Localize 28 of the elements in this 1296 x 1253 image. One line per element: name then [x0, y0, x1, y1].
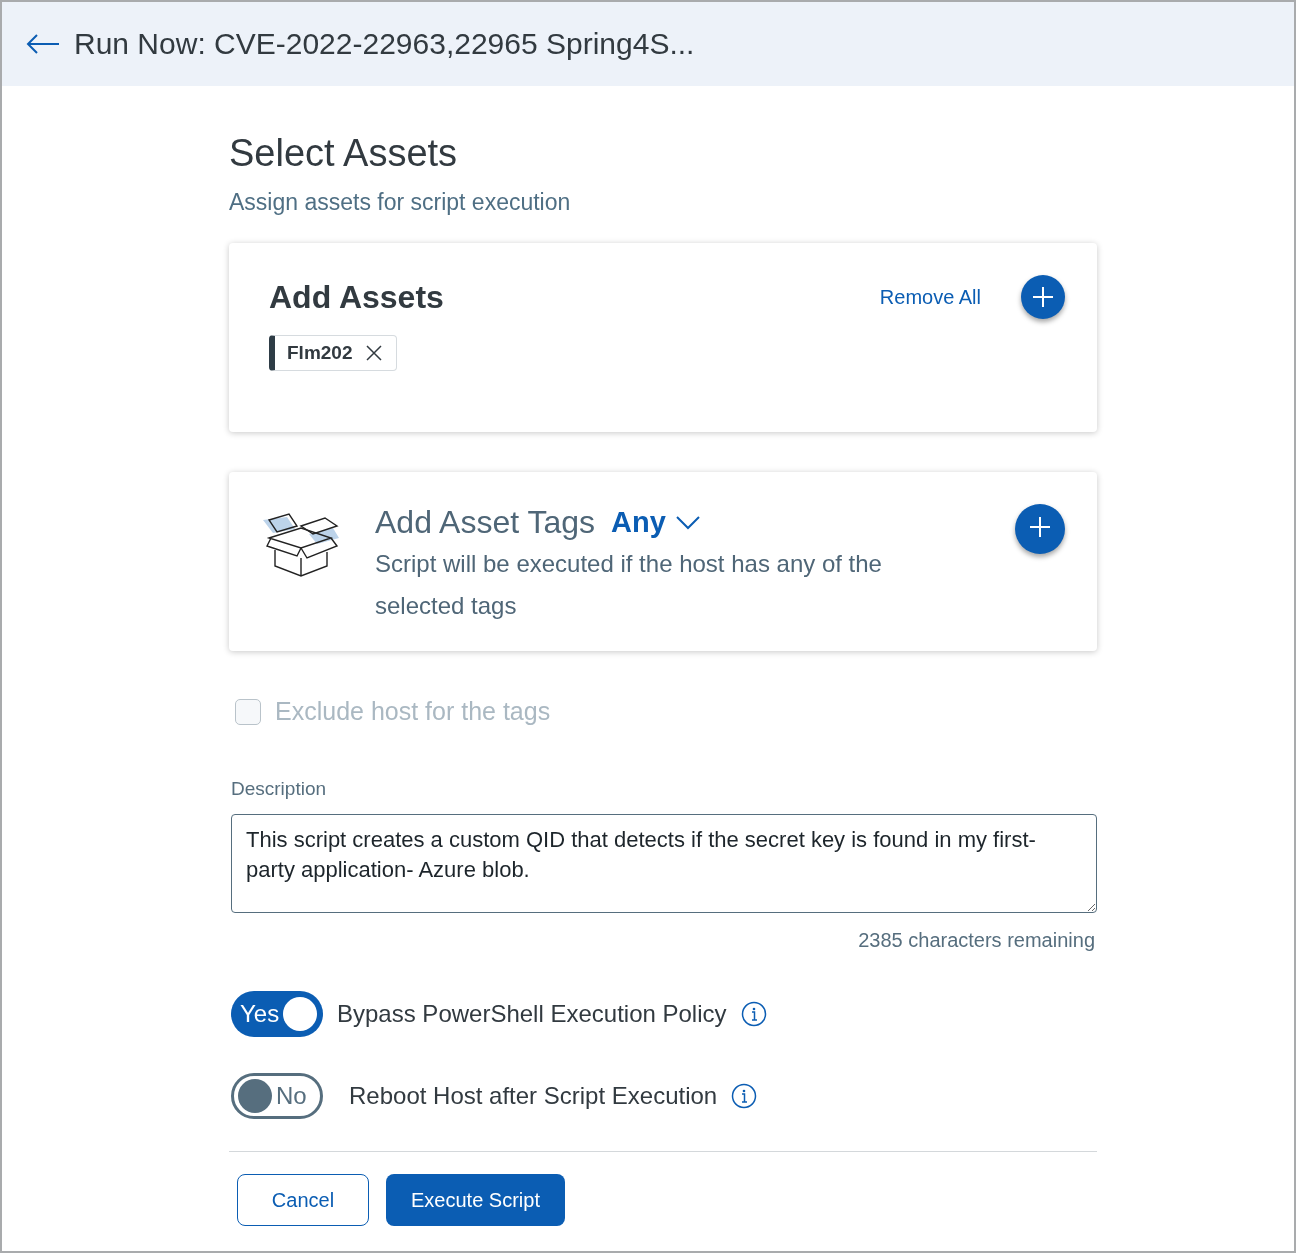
card-title: Add Asset Tags: [375, 504, 595, 541]
field-label: Description: [231, 778, 328, 800]
description-field[interactable]: This script creates a custom QID that detects if the secret key is found in my first-party application- Azure blob.: [231, 814, 1097, 913]
checkbox-label: Exclude host for the tags: [275, 697, 551, 726]
info-icon[interactable]: [740, 1001, 767, 1027]
add-button[interactable]: [1015, 504, 1065, 554]
execute-button[interactable]: Execute Script: [386, 1174, 565, 1226]
asset-chip: Flm202: [269, 335, 398, 371]
tags-description: Script will be executed if the host has any of the selected tags: [375, 549, 883, 621]
toggle-switch[interactable]: No: [231, 1073, 323, 1119]
toggle-label: Bypass PowerShell Execution Policy: [337, 1000, 727, 1028]
chevron-down-icon: [675, 515, 700, 530]
add-button[interactable]: [1021, 275, 1065, 319]
match-dropdown[interactable]: Any: [611, 506, 700, 539]
remove-all-link[interactable]: Remove All: [879, 285, 981, 309]
toggle-label: Reboot Host after Script Execution: [349, 1082, 718, 1110]
open-box-icon: [261, 512, 341, 578]
toggle-switch[interactable]: Yes: [231, 991, 323, 1037]
info-icon[interactable]: [731, 1083, 758, 1109]
card-title: Add Assets: [269, 278, 445, 316]
plus-icon: [1031, 285, 1055, 309]
cancel-button[interactable]: Cancel: [237, 1174, 369, 1226]
character-count: 2385 characters remaining: [858, 929, 1095, 952]
page-title: Run Now: CVE-2022-22963,22965 Spring4S...: [74, 27, 695, 61]
section-title: Select Assets: [229, 132, 459, 175]
back-arrow-icon[interactable]: [26, 34, 60, 54]
close-icon[interactable]: [366, 345, 383, 361]
section-subtitle: Assign assets for script execution: [229, 189, 572, 216]
